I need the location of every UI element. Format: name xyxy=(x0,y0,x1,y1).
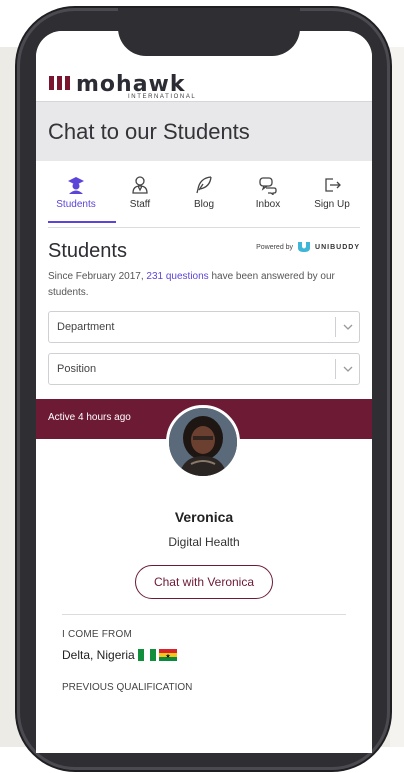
students-heading: Students xyxy=(48,240,127,262)
chat-button[interactable]: Chat with Veronica xyxy=(134,565,274,599)
page-title-bar: Chat to our Students xyxy=(36,101,372,161)
come-from-text: Delta, Nigeria xyxy=(62,648,135,662)
chevron-down-icon xyxy=(343,366,353,372)
position-select[interactable]: Position xyxy=(48,353,360,385)
since-prefix: Since February 2017, xyxy=(48,271,147,282)
tab-blog[interactable]: Blog xyxy=(174,175,234,223)
tab-label: Blog xyxy=(193,199,214,210)
student-icon xyxy=(68,177,84,194)
tab-inbox[interactable]: Inbox xyxy=(238,175,298,223)
card-banner: Active 4 hours ago xyxy=(36,399,372,479)
come-from-value: Delta, Nigeria xyxy=(62,648,346,662)
dropdown-toggle[interactable] xyxy=(335,359,359,379)
student-info: I COME FROM Delta, Nigeria PREVIOUS QUAL… xyxy=(36,629,372,693)
tab-label: Staff xyxy=(129,199,151,210)
card-divider xyxy=(62,614,346,615)
dropdown-toggle[interactable] xyxy=(335,317,359,337)
student-card: Active 4 hours ago Veronica Digital Heal… xyxy=(36,399,372,693)
page-backdrop-edge xyxy=(390,47,404,747)
come-from-label: I COME FROM xyxy=(62,629,132,640)
students-section: Students Powered by UNIBUDDY Since Febru… xyxy=(36,240,372,385)
tabs-divider xyxy=(48,227,360,228)
tab-label: Inbox xyxy=(255,199,281,210)
unibuddy-logo-icon xyxy=(298,242,311,252)
tab-label: Sign Up xyxy=(314,199,350,210)
students-header: Students Powered by UNIBUDDY xyxy=(48,240,360,263)
unibuddy-wordmark: UNIBUDDY xyxy=(315,243,360,251)
tab-students[interactable]: Students xyxy=(46,175,106,223)
phone-screen: mohawk INTERNATIONAL Chat to our Student… xyxy=(36,31,372,753)
nigeria-flag-icon xyxy=(137,649,156,661)
status-label: Active 4 hours ago xyxy=(48,412,131,423)
phone-notch xyxy=(118,8,300,56)
tab-bar: Students Staff Blog Inbox Sign Up xyxy=(36,161,372,223)
position-select-value: Position xyxy=(57,363,97,375)
powered-by-label: Powered by xyxy=(256,243,294,251)
questions-summary: Since February 2017, 231 questions have … xyxy=(48,269,360,301)
staff-icon xyxy=(132,176,148,194)
chat-bubbles-icon xyxy=(259,177,277,195)
ghana-flag-icon xyxy=(158,649,177,661)
chevron-down-icon xyxy=(343,324,353,330)
page-title: Chat to our Students xyxy=(48,118,250,144)
brand-sub: INTERNATIONAL xyxy=(128,94,197,100)
student-name: Veronica xyxy=(174,509,234,525)
tab-label: Students xyxy=(56,199,96,210)
department-select[interactable]: Department xyxy=(48,311,360,343)
feather-icon xyxy=(196,176,212,194)
student-subject: Digital Health xyxy=(168,535,240,549)
tab-sign-up[interactable]: Sign Up xyxy=(302,175,362,223)
card-body: Veronica Digital Health Chat with Veroni… xyxy=(36,439,372,599)
active-tab-indicator xyxy=(48,221,116,223)
department-select-value: Department xyxy=(57,321,115,333)
questions-link[interactable]: 231 questions xyxy=(146,271,208,282)
powered-by-unibuddy[interactable]: Powered by UNIBUDDY xyxy=(256,241,360,253)
sign-up-icon xyxy=(325,178,341,192)
logo-icon xyxy=(49,76,70,90)
tab-staff[interactable]: Staff xyxy=(110,175,170,223)
previous-qualification-label: PREVIOUS QUALIFICATION xyxy=(62,682,193,693)
